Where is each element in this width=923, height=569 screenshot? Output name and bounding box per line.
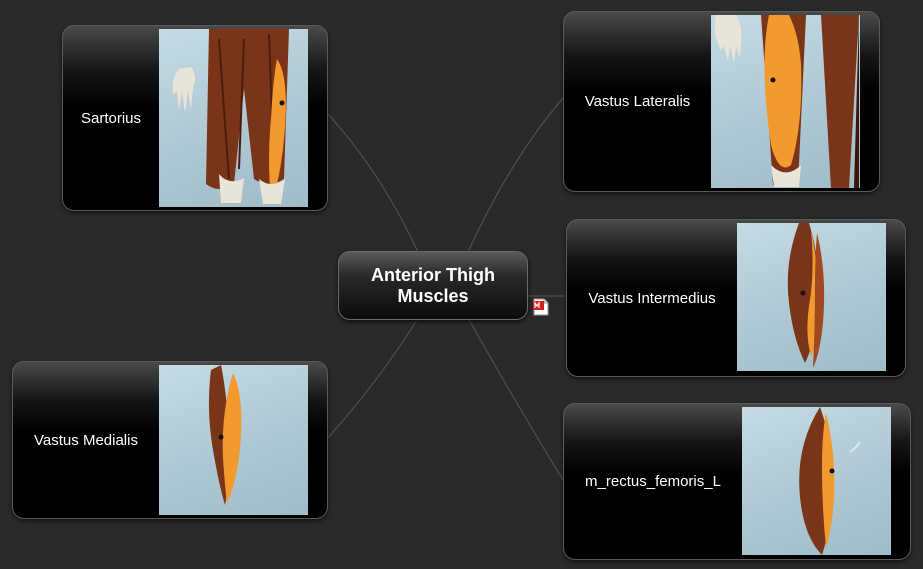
- node-label: Vastus Intermedius: [588, 289, 716, 307]
- connector-vastus-medialis: [325, 317, 419, 441]
- connector-rectus-femoris: [467, 317, 564, 481]
- muscle-figure: [787, 223, 825, 368]
- connector-sartorius: [325, 111, 419, 253]
- node-vastus-medialis[interactable]: Vastus Medialis: [12, 361, 328, 519]
- vastus-medialis-muscle-image[interactable]: [159, 365, 308, 515]
- muscle-figure: [208, 365, 242, 505]
- node-rectus-femoris[interactable]: m_rectus_femoris_L: [563, 403, 911, 560]
- leg-anatomy-figure: [714, 15, 859, 188]
- connector-vastus-lateralis: [467, 97, 564, 253]
- node-label: m_rectus_femoris_L: [585, 473, 721, 490]
- central-topic-line2: Muscles: [397, 285, 469, 306]
- rectus-femoris-muscle-image[interactable]: [742, 407, 891, 555]
- node-vastus-lateralis[interactable]: Vastus Lateralis: [563, 11, 880, 192]
- node-label: Vastus Lateralis: [584, 93, 691, 110]
- sartorius-muscle-image[interactable]: [159, 29, 308, 207]
- node-vastus-intermedius[interactable]: Vastus Intermedius: [566, 219, 906, 377]
- leg-anatomy-figure: [172, 29, 289, 204]
- central-topic-line1: Anterior Thigh: [371, 264, 495, 285]
- node-label: Vastus Medialis: [34, 431, 138, 449]
- vastus-lateralis-muscle-image[interactable]: [711, 15, 860, 188]
- vastus-intermedius-muscle-image[interactable]: [737, 223, 886, 371]
- central-topic[interactable]: Anterior Thigh Muscles: [338, 251, 528, 320]
- central-topic-title: Anterior Thigh Muscles: [371, 265, 495, 307]
- muscle-figure: [799, 407, 861, 555]
- pdf-attachment-icon[interactable]: [533, 298, 549, 316]
- node-sartorius[interactable]: Sartorius: [62, 25, 328, 211]
- node-label: Sartorius: [80, 109, 142, 127]
